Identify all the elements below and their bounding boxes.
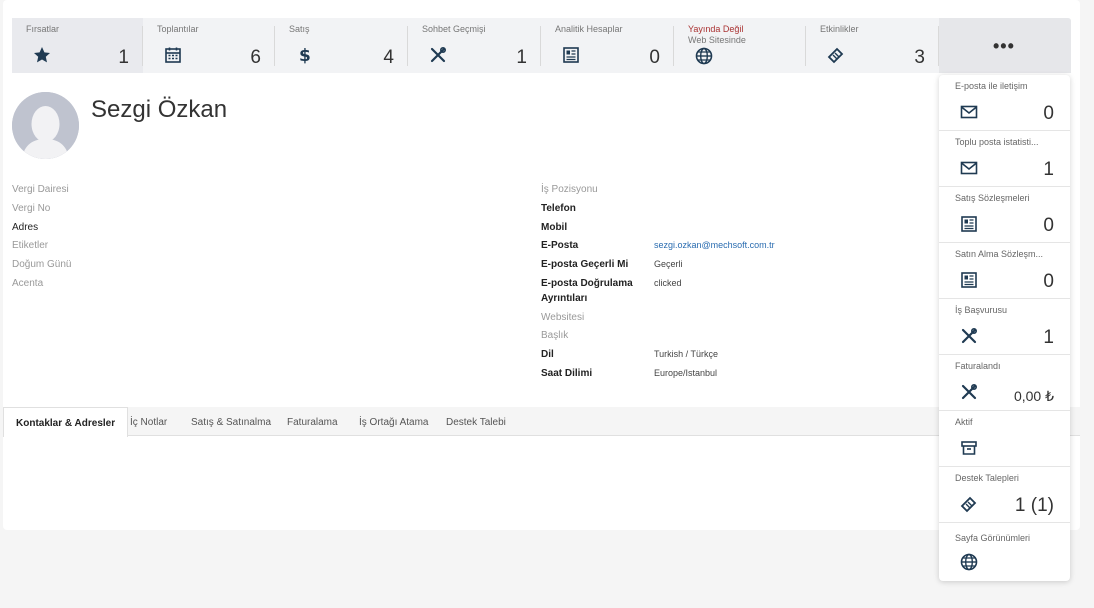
dropdown-item-page-views[interactable]: Sayfa Görünümleri [939, 523, 1070, 579]
stat-label: Yayında Değil [688, 24, 744, 34]
field-label-birthday: Doğum Günü [12, 259, 72, 270]
smart-button-bar: Fırsatlar 1 Toplantılar 6 Satış $ 4 Sohb… [12, 18, 1071, 73]
stat-value: 1 [118, 47, 129, 68]
field-label-title: Başlık [541, 330, 569, 341]
dropdown-item-label: Satın Alma Sözleşm... [955, 249, 1044, 259]
stat-button-events[interactable]: Etkinlikler 3 [806, 18, 939, 73]
stat-button-chat-history[interactable]: Sohbet Geçmişi 1 [408, 18, 541, 73]
dropdown-item-helpdesk-tickets[interactable]: Destek Talepleri 1 (1) [939, 467, 1070, 523]
field-label-language: Dil [541, 349, 554, 360]
stat-button-meetings[interactable]: Toplantılar 6 [143, 18, 275, 73]
field-label-tax-number: Vergi No [12, 203, 51, 214]
dollar-icon: $ [295, 45, 315, 65]
timezone-value[interactable]: Europe/Istanbul [654, 368, 717, 378]
envelope-icon [959, 158, 979, 178]
dropdown-item-value: 1 [1043, 159, 1054, 180]
tools-icon [959, 382, 979, 402]
globe-icon [694, 46, 714, 66]
stat-value: 3 [914, 47, 925, 68]
avatar[interactable] [12, 92, 79, 159]
dropdown-item-label: Destek Talepleri [955, 473, 1019, 483]
stat-value: 1 [516, 47, 527, 68]
tab-internal-notes[interactable]: İç Notlar [130, 407, 167, 436]
dropdown-item-value: 0 [1043, 103, 1054, 124]
stat-button-sales[interactable]: Satış $ 4 [275, 18, 408, 73]
tab-contacts-addresses[interactable]: Kontaklar & Adresler [3, 407, 129, 437]
ledger-icon [561, 45, 581, 65]
tab-invoicing[interactable]: Faturalama [287, 407, 338, 436]
dropdown-item-label: Aktif [955, 417, 973, 427]
stat-value: 0 [649, 47, 660, 68]
stat-button-website-publish[interactable]: Yayında Değil Web Sitesinde [674, 18, 806, 73]
dropdown-item-label: Sayfa Görünümleri [955, 533, 1031, 543]
tab-sales-purchase[interactable]: Satış & Satınalma [191, 407, 271, 436]
star-icon [32, 45, 52, 65]
email-verification-value[interactable]: clicked [654, 278, 682, 288]
dropdown-item-email-contact[interactable]: E-posta ile iletişim 0 [939, 75, 1070, 131]
tools-icon [428, 45, 448, 65]
field-label-email: E-Posta [541, 240, 579, 251]
archive-icon [959, 438, 979, 458]
calendar-icon [163, 45, 183, 65]
globe-icon [959, 552, 979, 572]
field-label-tags: Etiketler [12, 240, 49, 251]
stat-button-analytic-accounts[interactable]: Analitik Hesaplar 0 [541, 18, 674, 73]
ledger-icon [959, 270, 979, 290]
stat-label: Etkinlikler [820, 24, 859, 34]
language-value[interactable]: Turkish / Türkçe [654, 349, 718, 359]
stat-label: Toplantılar [157, 24, 199, 34]
dropdown-item-value: 0 [1043, 215, 1054, 236]
dropdown-item-value: 1 (1) [1014, 495, 1054, 516]
dropdown-item-purchase-contracts[interactable]: Satın Alma Sözleşm... 0 [939, 243, 1070, 299]
dropdown-item-label: Toplu posta istatisti... [955, 137, 1039, 147]
dropdown-item-value: 0,00 ₺ [1013, 388, 1054, 404]
dropdown-item-value: 0 [1043, 271, 1054, 292]
ledger-icon [959, 214, 979, 234]
notebook-tabs: Kontaklar & Adresler İç Notlar Satış & S… [3, 407, 1080, 437]
stat-value: 4 [383, 47, 394, 68]
dropdown-item-mass-mail-stats[interactable]: Toplu posta istatisti... 1 [939, 131, 1070, 187]
stat-label: Sohbet Geçmişi [422, 24, 486, 34]
dropdown-item-label: İş Başvurusu [955, 305, 1008, 315]
dropdown-item-label: Satış Sözleşmeleri [955, 193, 1030, 203]
envelope-icon [959, 102, 979, 122]
stat-button-opportunities[interactable]: Fırsatlar 1 [12, 18, 143, 73]
field-label-email-verification-line2: Ayrıntıları [541, 293, 588, 304]
partner-name[interactable]: Sezgi Özkan [91, 96, 227, 124]
email-valid-value[interactable]: Geçerli [654, 259, 683, 269]
stat-label: Satış [289, 24, 310, 34]
ticket-icon [826, 45, 846, 65]
field-label-tax-office: Vergi Dairesi [12, 184, 69, 195]
dropdown-item-value: 1 [1043, 327, 1054, 348]
field-label-address: Adres [12, 222, 39, 233]
field-label-email-valid: E-posta Geçerli Mi [541, 259, 629, 270]
dropdown-item-invoiced[interactable]: Faturalandı 0,00 ₺ [939, 355, 1070, 411]
dropdown-item-active[interactable]: Aktif [939, 411, 1070, 467]
dropdown-item-sales-contracts[interactable]: Satış Sözleşmeleri 0 [939, 187, 1070, 243]
stat-value: 6 [250, 47, 261, 68]
field-label-job-position: İş Pozisyonu [541, 184, 598, 195]
field-label-email-verification: E-posta Doğrulama [541, 278, 633, 289]
tab-helpdesk[interactable]: Destek Talebi [446, 407, 506, 436]
field-label-phone: Telefon [541, 203, 576, 214]
dropdown-item-job-application[interactable]: İş Başvurusu 1 [939, 299, 1070, 355]
tools-icon [959, 326, 979, 346]
field-label-agency: Acenta [12, 278, 44, 289]
more-dots: ••• [993, 36, 1015, 56]
stat-label: Fırsatlar [26, 24, 60, 34]
ticket-icon [959, 494, 979, 514]
more-dropdown: E-posta ile iletişim 0 Toplu posta istat… [939, 75, 1070, 581]
field-label-website: Websitesi [541, 312, 585, 323]
stat-sublabel: Web Sitesinde [688, 35, 746, 45]
more-button[interactable]: ••• [939, 18, 1071, 73]
email-value[interactable]: sezgi.ozkan@mechsoft.com.tr [654, 240, 775, 250]
dropdown-item-label: Faturalandı [955, 361, 1001, 371]
svg-text:$: $ [299, 46, 311, 65]
field-label-timezone: Saat Dilimi [541, 368, 593, 379]
dropdown-item-label: E-posta ile iletişim [955, 81, 1028, 91]
field-label-mobile: Mobil [541, 222, 568, 233]
stat-label: Analitik Hesaplar [555, 24, 623, 34]
tab-partner-assignment[interactable]: İş Ortağı Atama [359, 407, 428, 436]
